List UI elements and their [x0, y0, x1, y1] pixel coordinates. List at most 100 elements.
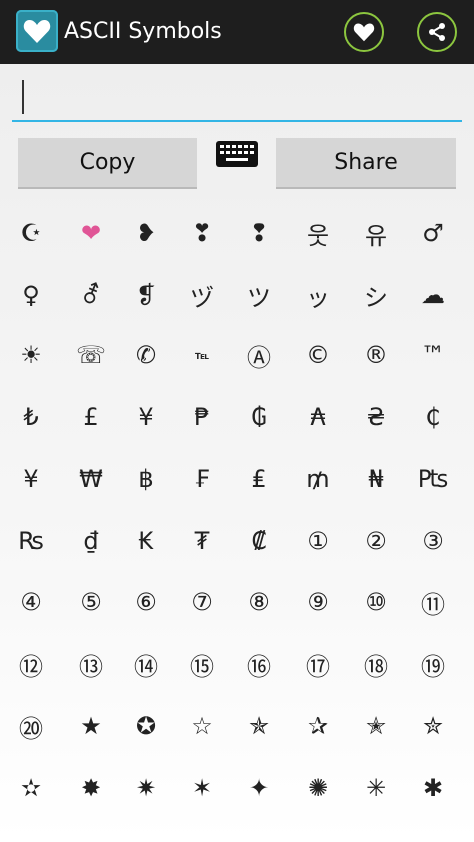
action-bar: ASCII Symbols	[0, 0, 474, 64]
symbol-cell[interactable]: ヅ	[177, 270, 227, 320]
favorites-button[interactable]	[344, 12, 384, 52]
symbol-cell[interactable]: ♂	[408, 208, 458, 258]
symbol-cell[interactable]: ✮	[408, 701, 458, 751]
symbol-cell[interactable]: ⑪	[408, 577, 458, 627]
symbol-row: ④⑤⑥⑦⑧⑨⑩⑪	[0, 577, 474, 637]
symbol-cell[interactable]: ★	[66, 701, 116, 751]
symbol-cell[interactable]: ✦	[234, 763, 284, 813]
symbol-input[interactable]	[12, 74, 462, 118]
symbol-cell[interactable]: ₮	[177, 516, 227, 566]
text-cursor	[22, 80, 24, 114]
symbol-cell[interactable]: ッ	[293, 270, 343, 320]
symbol-row: ♀ ⚦ ❡ ヅツッシ ☁	[0, 270, 474, 330]
symbol-cell[interactable]: ₫	[66, 516, 116, 566]
symbol-cell[interactable]: ℡	[177, 330, 227, 380]
heart-icon	[23, 20, 51, 43]
symbol-cell[interactable]: £	[66, 392, 116, 442]
share-app-button[interactable]	[417, 12, 457, 52]
symbol-cell[interactable]: ⑩	[351, 577, 401, 627]
symbol-row: ☀ ☏ ✆ ℡ Ⓐ © ® ™	[0, 330, 474, 390]
symbol-cell[interactable]: ③	[408, 516, 458, 566]
symbol-cell[interactable]: ✱	[408, 763, 458, 813]
symbol-text-field[interactable]	[12, 74, 462, 122]
symbol-cell[interactable]: ⑫	[6, 639, 56, 689]
symbol-cell[interactable]: ₤	[234, 454, 284, 504]
symbol-cell[interactable]: ❢	[234, 208, 284, 258]
symbol-cell[interactable]: ⑤	[66, 577, 116, 627]
symbol-cell[interactable]: ❡	[121, 270, 171, 320]
symbol-cell[interactable]: ₵	[408, 392, 458, 442]
symbol-cell[interactable]: ⑮	[177, 639, 227, 689]
symbol-cell[interactable]: ₱	[177, 392, 227, 442]
symbol-cell[interactable]: ツ	[234, 270, 284, 320]
symbol-cell[interactable]: ₩	[66, 454, 116, 504]
symbol-cell[interactable]: ④	[6, 577, 56, 627]
symbol-cell[interactable]: ⑨	[293, 577, 343, 627]
symbol-cell[interactable]: ⑧	[234, 577, 284, 627]
symbol-cell[interactable]: ₦	[351, 454, 401, 504]
symbol-cell[interactable]: ⑳	[6, 701, 56, 751]
symbol-cell[interactable]: ⑦	[177, 577, 227, 627]
symbol-cell[interactable]: ⑱	[351, 639, 401, 689]
symbol-cell[interactable]: ✯	[234, 701, 284, 751]
symbol-row: ✫ ✸ ✷ ✶ ✦ ✺ ✳ ✱	[0, 763, 474, 823]
symbol-cell[interactable]: ✳	[351, 763, 401, 813]
app-icon[interactable]	[16, 10, 58, 52]
keyboard-toggle-button[interactable]	[215, 140, 259, 170]
share-button[interactable]: Share	[276, 138, 456, 189]
symbol-cell[interactable]: ₺	[6, 392, 56, 442]
symbol-cell[interactable]: ฿	[121, 454, 171, 504]
symbol-cell[interactable]: ⑥	[121, 577, 171, 627]
symbol-cell[interactable]: ₡	[234, 516, 284, 566]
share-icon	[429, 23, 445, 41]
symbol-cell[interactable]: ☁	[408, 270, 458, 320]
symbol-cell[interactable]: ₨	[6, 516, 56, 566]
symbol-cell[interactable]: ✷	[121, 763, 171, 813]
symbol-cell[interactable]: ₣	[177, 454, 227, 504]
symbol-cell[interactable]: ₴	[351, 392, 401, 442]
symbol-cell[interactable]: ☆	[177, 701, 227, 751]
symbol-cell[interactable]: ❤	[66, 208, 116, 258]
symbol-cell[interactable]: ₭	[121, 516, 171, 566]
symbol-cell[interactable]: ⑬	[66, 639, 116, 689]
symbol-cell[interactable]: ☪	[6, 208, 56, 258]
symbol-cell[interactable]: ©	[293, 330, 343, 380]
symbol-cell[interactable]: ⚦	[66, 270, 116, 320]
symbol-cell[interactable]: ₳	[293, 392, 343, 442]
symbol-cell[interactable]: ❣	[177, 208, 227, 258]
symbol-cell[interactable]: ™	[408, 330, 458, 380]
symbol-cell[interactable]: ₥	[293, 454, 343, 504]
symbol-cell[interactable]: ✪	[121, 701, 171, 751]
symbol-cell[interactable]: シ	[351, 270, 401, 320]
symbol-cell[interactable]: ¥	[121, 392, 171, 442]
symbol-cell[interactable]: ⑭	[121, 639, 171, 689]
symbol-cell[interactable]: ¥	[6, 454, 56, 504]
symbol-row: ⑳ ★ ✪ ☆ ✯ ✰ ✭ ✮	[0, 701, 474, 761]
symbol-cell[interactable]: 웃	[293, 208, 343, 258]
symbol-cell[interactable]: ♀	[6, 270, 56, 320]
symbol-cell[interactable]: Ⓐ	[234, 330, 284, 380]
symbol-row: ₨ ₫ ₭ ₮ ₡ ① ② ③	[0, 516, 474, 576]
symbol-cell[interactable]: 유	[351, 208, 401, 258]
symbol-cell[interactable]: ✸	[66, 763, 116, 813]
symbol-cell[interactable]: ⑲	[408, 639, 458, 689]
symbol-cell[interactable]: ®	[351, 330, 401, 380]
symbol-cell[interactable]: ✺	[293, 763, 343, 813]
symbol-cell[interactable]: ✆	[121, 330, 171, 380]
app-screen: ASCII Symbols Copy Share ☪ ❤ ❥ ❣ ❢ 웃 유 ♂…	[0, 0, 474, 842]
symbol-cell[interactable]: ②	[351, 516, 401, 566]
symbol-cell[interactable]: ①	[293, 516, 343, 566]
copy-button[interactable]: Copy	[18, 138, 197, 189]
symbol-cell[interactable]: ✭	[351, 701, 401, 751]
symbol-cell[interactable]: ₲	[234, 392, 284, 442]
app-title: ASCII Symbols	[64, 19, 222, 44]
symbol-cell[interactable]: ✫	[6, 763, 56, 813]
symbol-cell[interactable]: ❥	[121, 208, 171, 258]
symbol-cell[interactable]: ☀	[6, 330, 56, 380]
symbol-cell[interactable]: ⑰	[293, 639, 343, 689]
symbol-cell[interactable]: ⑯	[234, 639, 284, 689]
symbol-cell[interactable]: ✰	[293, 701, 343, 751]
symbol-cell[interactable]: ₧	[408, 454, 458, 504]
symbol-cell[interactable]: ✶	[177, 763, 227, 813]
symbol-cell[interactable]: ☏	[66, 330, 116, 380]
